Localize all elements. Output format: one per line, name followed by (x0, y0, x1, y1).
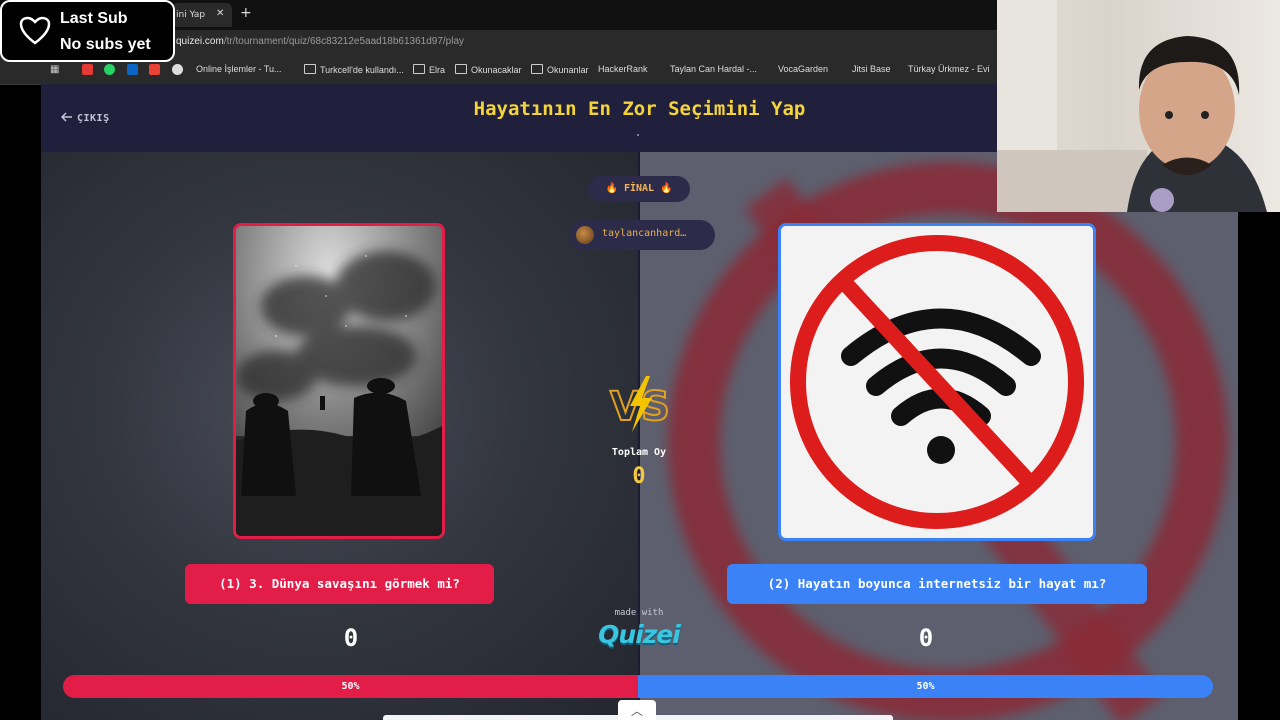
bookmark-online-islemler[interactable]: Online İşlemler - Tu... (196, 64, 282, 74)
bookmark-label: Turkcell'de kullandı... (320, 65, 404, 75)
bookmark-hackerrank[interactable]: HackerRank (598, 64, 648, 74)
no-wifi-icon (781, 226, 1093, 538)
option-left-votes: 0 (343, 624, 359, 652)
streamer-webcam (997, 0, 1267, 212)
bookmark-turkay[interactable]: Türkay Ürkmez - Evi (908, 64, 990, 74)
folder-icon (413, 64, 425, 74)
bookmark-jitsi[interactable]: Jitsi Base (852, 64, 891, 74)
linkedin-icon[interactable] (127, 64, 138, 75)
bookmark-taylan[interactable]: Taylan Can Hardal -... (670, 64, 757, 74)
round-badge: 🔥 FİNAL 🔥 (588, 176, 690, 202)
option-right-image[interactable] (778, 223, 1096, 541)
bookmark-label: Okunacaklar (471, 65, 522, 75)
progress-left-segment: 50% (63, 675, 638, 698)
whatsapp-icon[interactable] (104, 64, 115, 75)
made-with-label: made with (614, 608, 664, 618)
webcam-overlay (997, 0, 1280, 212)
vote-progress-bar: 50% 50% (63, 675, 1213, 698)
war-scene-image (236, 226, 442, 536)
option-left-button[interactable]: (1) 3. Dünya savaşını görmek mi? (185, 564, 494, 604)
tab-close-icon[interactable]: ✕ (216, 8, 224, 19)
total-votes-count: 0 (632, 464, 646, 489)
bookmark-label: Okunanlar (547, 65, 589, 75)
bookmark-elra[interactable]: Elra (413, 64, 445, 75)
total-votes-label: Toplam Oy (611, 447, 667, 458)
bookmark-okunanlar[interactable]: Okunanlar (531, 64, 589, 75)
letterbox-right (1238, 212, 1280, 720)
folder-icon (304, 64, 316, 74)
title-dot (637, 134, 639, 136)
heart-icon (19, 16, 51, 45)
sub-title: Last Sub (60, 10, 128, 27)
bookmark-turkcell[interactable]: Turkcell'de kullandı... (304, 64, 404, 75)
youtube-icon[interactable] (82, 64, 93, 75)
option-right-button[interactable]: (2) Hayatın boyunca internetsiz bir haya… (727, 564, 1147, 604)
avatar (576, 226, 594, 244)
last-sub-overlay: Last Sub No subs yet (0, 0, 175, 62)
new-tab-button[interactable]: + (240, 5, 252, 21)
username: taylancanhard… (602, 228, 687, 239)
folder-icon (531, 64, 543, 74)
bookmark-vocagarden[interactable]: VocaGarden (778, 64, 828, 74)
letterbox-left (0, 84, 41, 720)
user-chip[interactable]: taylancanhard… (570, 220, 715, 250)
url-text[interactable]: quizei.com/tr/tournament/quiz/68c83212e5… (176, 36, 464, 47)
folder-icon (455, 64, 467, 74)
option-right-votes: 0 (918, 624, 934, 652)
option-left-image[interactable] (233, 223, 445, 539)
apps-grid-icon[interactable]: ▦ (50, 64, 61, 75)
url-path: /tr/tournament/quiz/68c83212e5aad18b6136… (223, 36, 465, 47)
tab-title: ini Yap (176, 10, 206, 20)
gmail-icon[interactable] (149, 64, 160, 75)
quizei-logo[interactable]: Quizei (588, 620, 690, 649)
sub-value: No subs yet (60, 36, 151, 53)
globe-icon[interactable] (172, 64, 183, 75)
bookmark-okunacaklar[interactable]: Okunacaklar (455, 64, 522, 75)
vs-lightning-icon: VS (606, 374, 672, 438)
url-host: quizei.com (176, 36, 224, 47)
bookmark-label: Elra (429, 65, 446, 75)
progress-right-segment: 50% (638, 675, 1213, 698)
chevron-up-icon[interactable]: ︿ (618, 700, 656, 720)
